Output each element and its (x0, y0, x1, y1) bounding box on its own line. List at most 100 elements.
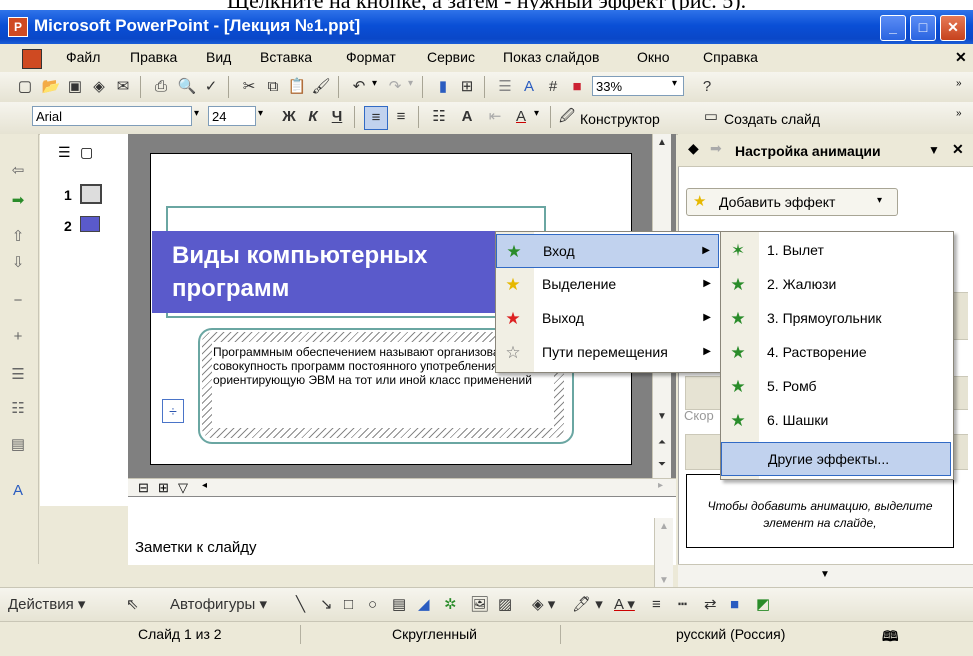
rectangle-tool-icon[interactable]: □ (344, 594, 353, 616)
autoshapes-button[interactable]: Автофигуры ▾ (170, 594, 267, 616)
task-pane-close-icon[interactable]: ✕ (952, 141, 964, 158)
menu-item-motion-paths[interactable]: ☆ Пути перемещения ▶ (496, 336, 719, 370)
scroll-left-icon[interactable]: ◂ (202, 480, 207, 491)
actions-button[interactable]: Действия ▾ (8, 594, 85, 616)
minimize-button[interactable]: _ (880, 15, 906, 41)
next-slide-icon[interactable]: ⏷ (653, 456, 671, 474)
powerpoint-app-icon[interactable]: P (8, 17, 28, 37)
save-icon[interactable]: ▣ (64, 76, 86, 98)
open-icon[interactable]: 📂 (40, 76, 62, 98)
move-down-icon[interactable]: ⇩ (7, 252, 29, 274)
zoom-dropdown-icon[interactable]: ▾ (672, 78, 677, 89)
spelling-icon[interactable]: ✓ (200, 76, 222, 98)
diagram-icon[interactable]: ✲ (444, 594, 457, 616)
menu-edit[interactable]: Правка (130, 49, 177, 65)
menu-slideshow[interactable]: Показ слайдов (503, 49, 599, 65)
fill-color-icon[interactable]: ◈ ▾ (532, 594, 555, 616)
show-formatting-icon[interactable]: A (7, 480, 29, 502)
arrow-style-icon[interactable]: ⇄ (704, 594, 717, 616)
menu-help[interactable]: Справка (703, 49, 758, 65)
effect-dissolve[interactable]: ★ 4. Растворение (721, 336, 951, 370)
cut-icon[interactable]: ✂ (238, 76, 260, 98)
collapse-all-icon[interactable]: ☰ (7, 364, 29, 386)
font-combo[interactable]: Arial (32, 106, 192, 126)
shadow-style-icon[interactable]: ■ (730, 594, 739, 616)
menu-item-exit[interactable]: ★ Выход ▶ (496, 302, 719, 336)
insert-chart-icon[interactable]: ▮ (432, 76, 454, 98)
dash-style-icon[interactable]: ┅ (678, 594, 687, 616)
menu-view[interactable]: Вид (206, 49, 231, 65)
effect-blinds[interactable]: ★ 2. Жалюзи (721, 268, 951, 302)
menu-insert[interactable]: Вставка (260, 49, 312, 65)
move-up-icon[interactable]: ⇧ (7, 226, 29, 248)
spelling-status-icon[interactable]: 🕮 (882, 626, 899, 650)
close-document-icon[interactable]: ✕ (955, 49, 967, 66)
paste-icon[interactable]: 📋 (286, 76, 308, 98)
forward-arrow-icon[interactable]: ➡ (710, 140, 722, 157)
toolbar-options-icon[interactable]: » (956, 108, 962, 119)
redo-dropdown-icon[interactable]: ▾ (408, 78, 413, 89)
font-size-dropdown-icon[interactable]: ▾ (258, 108, 263, 119)
notes-placeholder[interactable]: Заметки к слайду (135, 539, 257, 556)
previous-slide-icon[interactable]: ⏶ (653, 434, 671, 452)
line-tool-icon[interactable]: ╲ (296, 594, 305, 616)
arrow-tool-icon[interactable]: ↘ (320, 594, 333, 616)
scroll-up-icon[interactable]: ▲ (653, 134, 671, 152)
select-objects-icon[interactable]: ⇖ (126, 594, 139, 616)
slide-title[interactable]: Виды компьютерных программ (172, 239, 502, 305)
effect-diamond[interactable]: ★ 5. Ромб (721, 370, 951, 404)
font-dropdown-icon[interactable]: ▾ (194, 108, 199, 119)
effect-box[interactable]: ★ 3. Прямоугольник (721, 302, 951, 336)
summary-slide-icon[interactable]: ▤ (7, 434, 29, 456)
document-icon[interactable] (22, 49, 42, 69)
italic-button[interactable]: К (302, 106, 324, 128)
effect-checkerboard[interactable]: ★ 6. Шашки (721, 404, 951, 438)
align-center-icon[interactable]: ≡ (390, 106, 412, 128)
menu-file[interactable]: Файл (66, 49, 100, 65)
back-arrow-icon[interactable]: ◆ (688, 140, 699, 157)
align-left-icon[interactable]: ≡ (364, 106, 388, 130)
expand-all-icon[interactable]: ☰ (494, 76, 516, 98)
slide-thumbnail-2[interactable] (80, 216, 100, 232)
add-effect-button[interactable]: ★ Добавить эффект ▾ (686, 188, 898, 216)
toolbar-options-icon[interactable]: » (956, 78, 962, 89)
font-color-dropdown-icon[interactable]: ▾ (534, 108, 539, 119)
autofit-options-icon[interactable]: ÷ (162, 399, 184, 423)
effect-fly-in[interactable]: ✶ 1. Вылет (721, 234, 951, 268)
menu-window[interactable]: Окно (637, 49, 670, 65)
insert-picture-icon[interactable]: ▨ (498, 594, 512, 616)
promote-icon[interactable]: ⇦ (7, 160, 29, 182)
normal-view-icon[interactable]: ⊟ (138, 480, 149, 496)
undo-icon[interactable]: ↶ (348, 76, 370, 98)
3d-style-icon[interactable]: ◩ (756, 594, 770, 616)
design-icon[interactable]: 🖉 (556, 106, 578, 128)
menu-format[interactable]: Формат (346, 49, 396, 65)
collapse-icon[interactable]: − (7, 290, 29, 312)
notes-scrollbar[interactable]: ▲ ▼ (654, 518, 673, 590)
menu-item-emphasis[interactable]: ★ Выделение ▶ (496, 268, 719, 302)
scroll-up-icon[interactable]: ▲ (655, 518, 673, 536)
slide-sorter-icon[interactable]: ⊞ (158, 480, 169, 496)
bullets-icon[interactable]: ☷ (428, 106, 450, 128)
zoom-combo[interactable]: 33% (592, 76, 684, 96)
insert-table-icon[interactable]: ⊞ (456, 76, 478, 98)
designer-button[interactable]: Конструктор (580, 111, 660, 127)
copy-icon[interactable]: ⧉ (262, 76, 284, 98)
underline-button[interactable]: Ч (326, 106, 348, 128)
font-color-icon[interactable]: A ▾ (614, 594, 635, 616)
permission-icon[interactable]: ◈ (88, 76, 110, 98)
font-size-combo[interactable]: 24 (208, 106, 256, 126)
demote-icon[interactable]: ➡ (7, 190, 29, 212)
scroll-right-icon[interactable]: ▸ (658, 480, 663, 491)
scroll-down-icon[interactable]: ▼ (653, 408, 671, 426)
help-icon[interactable]: ? (696, 76, 718, 98)
new-slide-button[interactable]: Создать слайд (724, 111, 820, 127)
increase-font-icon[interactable]: A (456, 106, 478, 128)
format-painter-icon[interactable]: 🖌 (310, 76, 332, 98)
line-color-icon[interactable]: 🖊 ▾ (572, 594, 603, 616)
color-grayscale-icon[interactable]: ■ (566, 76, 588, 98)
expand-icon[interactable]: + (7, 326, 29, 348)
task-pane-menu-icon[interactable]: ▼ (928, 143, 940, 157)
more-effects[interactable]: Другие эффекты... (721, 442, 951, 476)
close-button[interactable]: ✕ (940, 15, 966, 41)
